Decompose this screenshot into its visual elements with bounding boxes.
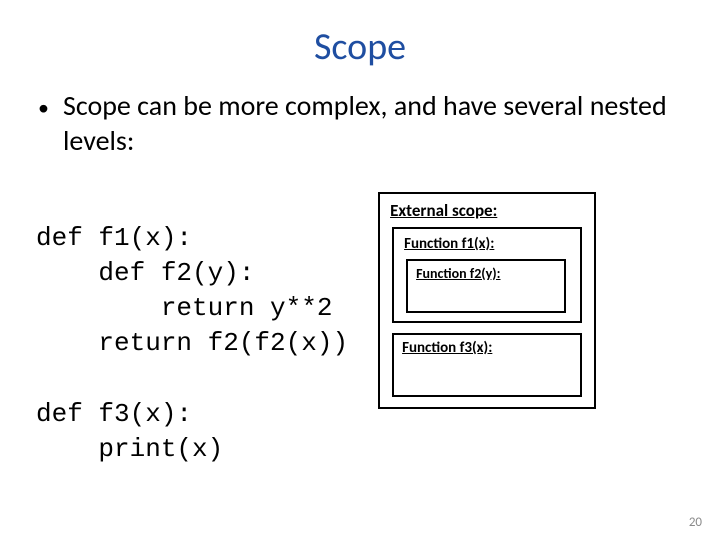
code-line: return f2(f2(x)) xyxy=(36,328,348,358)
code-line: def f3(x): xyxy=(36,399,192,429)
content-row: def f1(x): def f2(y): return y**2 return… xyxy=(30,186,690,502)
bullet-text: Scope can be more complex, and have seve… xyxy=(63,88,690,158)
code-block: def f1(x): def f2(y): return y**2 return… xyxy=(36,186,348,502)
f3-scope-box: Function f3(x): xyxy=(392,333,582,397)
external-scope-box: External scope: Function f1(x): Function… xyxy=(378,192,596,409)
slide: Scope • Scope can be more complex, and h… xyxy=(0,0,720,540)
f2-scope-label: Function f2(y): xyxy=(416,265,556,282)
bullet-item: • Scope can be more complex, and have se… xyxy=(38,88,690,158)
external-scope-label: External scope: xyxy=(390,200,584,221)
scope-diagram: External scope: Function f1(x): Function… xyxy=(378,192,596,409)
f2-scope-box: Function f2(y): xyxy=(406,259,566,313)
code-line: def f2(y): xyxy=(36,258,254,288)
f1-scope-label: Function f1(x): xyxy=(404,235,570,253)
code-line: return y**2 xyxy=(36,293,332,323)
slide-title: Scope xyxy=(30,24,690,70)
f1-scope-box: Function f1(x): Function f2(y): xyxy=(392,227,582,323)
code-line: def f1(x): xyxy=(36,223,192,253)
code-line: print(x) xyxy=(36,434,223,464)
bullet-dot-icon: • xyxy=(38,94,49,122)
page-number: 20 xyxy=(689,515,702,530)
f3-scope-label: Function f3(x): xyxy=(402,339,572,357)
